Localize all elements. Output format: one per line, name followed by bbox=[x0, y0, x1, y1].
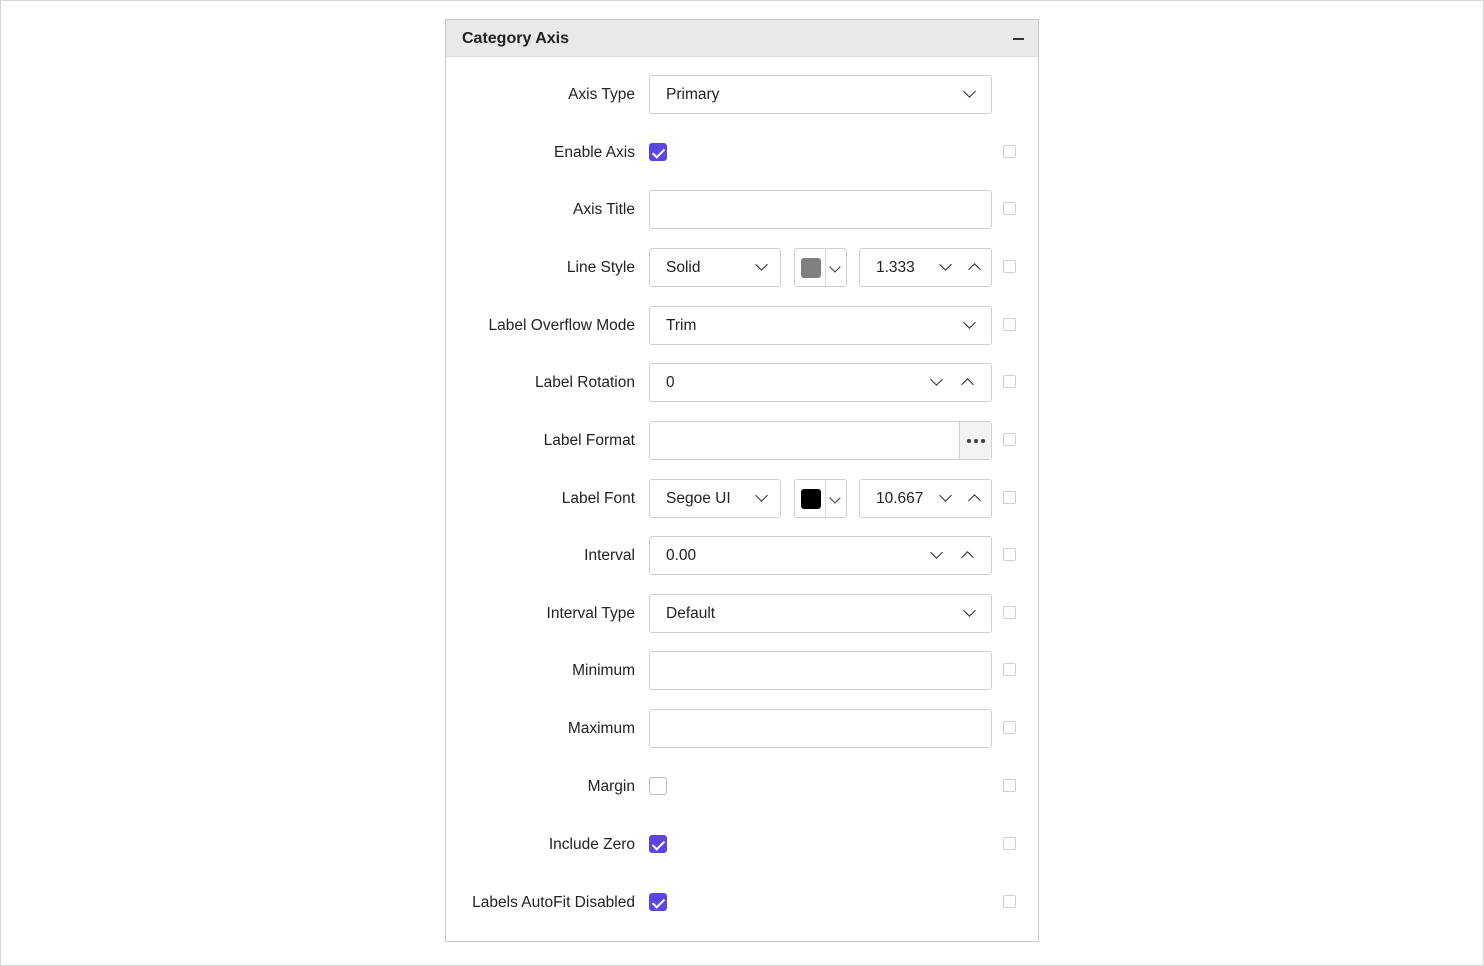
decrement-chevron-icon[interactable] bbox=[939, 489, 952, 502]
row-minimum: Minimum bbox=[446, 651, 1038, 691]
axis-title-label: Axis Title bbox=[572, 201, 635, 218]
label-font-color-swatch bbox=[801, 489, 821, 509]
axis-type-label: Axis Type bbox=[568, 86, 635, 103]
interval-label: Interval bbox=[584, 547, 635, 564]
chevron-down-icon bbox=[963, 85, 976, 98]
label-overflow-mode-value: Trim bbox=[666, 317, 697, 334]
label-font-reset-checkbox[interactable] bbox=[1003, 491, 1016, 504]
row-enable-axis: Enable Axis bbox=[446, 133, 1038, 173]
label-format-reset-checkbox[interactable] bbox=[1003, 433, 1016, 446]
row-label-overflow-mode: Label Overflow Mode Trim bbox=[446, 306, 1038, 346]
include-zero-label: Include Zero bbox=[548, 836, 635, 853]
interval-reset-checkbox[interactable] bbox=[1003, 548, 1016, 561]
interval-type-value: Default bbox=[666, 605, 716, 622]
row-interval-type: Interval Type Default bbox=[446, 594, 1038, 634]
margin-reset-checkbox[interactable] bbox=[1003, 779, 1016, 792]
row-axis-title: Axis Title bbox=[446, 190, 1038, 230]
include-zero-checkbox[interactable] bbox=[649, 835, 667, 853]
more-options-button[interactable] bbox=[959, 422, 991, 459]
decrement-chevron-icon[interactable] bbox=[930, 373, 943, 386]
minimum-label: Minimum bbox=[572, 662, 635, 679]
row-maximum: Maximum bbox=[446, 709, 1038, 749]
increment-chevron-icon[interactable] bbox=[961, 378, 974, 391]
row-label-rotation: Label Rotation 0 bbox=[446, 363, 1038, 403]
panel-header[interactable]: Category Axis bbox=[446, 20, 1038, 57]
label-format-input[interactable] bbox=[649, 421, 992, 460]
category-axis-panel: Category Axis Axis Type Primary Enable A… bbox=[445, 19, 1039, 942]
label-font-family-value: Segoe UI bbox=[666, 490, 731, 507]
labels-autofit-disabled-label: Labels AutoFit Disabled bbox=[472, 894, 635, 911]
row-labels-autofit-disabled: Labels AutoFit Disabled bbox=[446, 883, 1038, 923]
maximum-label: Maximum bbox=[567, 720, 635, 737]
label-font-label: Label Font bbox=[561, 490, 635, 507]
label-font-color-picker[interactable] bbox=[794, 479, 847, 518]
collapse-icon[interactable] bbox=[1010, 28, 1028, 48]
label-format-label: Label Format bbox=[543, 432, 635, 449]
line-color-picker[interactable] bbox=[794, 248, 847, 287]
line-width-stepper[interactable]: 1.333 bbox=[859, 248, 992, 287]
interval-type-label: Interval Type bbox=[546, 605, 635, 622]
chevron-down-icon bbox=[829, 492, 841, 504]
minimum-input[interactable] bbox=[649, 651, 992, 690]
label-overflow-mode-reset-checkbox[interactable] bbox=[1003, 318, 1016, 331]
enable-axis-checkbox[interactable] bbox=[649, 143, 667, 161]
label-rotation-reset-checkbox[interactable] bbox=[1003, 375, 1016, 388]
ellipsis-icon bbox=[981, 439, 985, 443]
decrement-chevron-icon[interactable] bbox=[930, 546, 943, 559]
label-overflow-mode-label: Label Overflow Mode bbox=[488, 317, 635, 334]
label-rotation-value: 0 bbox=[666, 374, 675, 391]
ellipsis-icon bbox=[974, 439, 978, 443]
interval-stepper[interactable]: 0.00 bbox=[649, 536, 992, 575]
maximum-input[interactable] bbox=[649, 709, 992, 748]
enable-axis-label: Enable Axis bbox=[554, 144, 635, 161]
line-style-value: Solid bbox=[666, 259, 701, 276]
line-width-value: 1.333 bbox=[876, 259, 915, 276]
row-interval: Interval 0.00 bbox=[446, 536, 1038, 576]
label-overflow-mode-dropdown[interactable]: Trim bbox=[649, 306, 992, 345]
ellipsis-icon bbox=[967, 439, 971, 443]
row-margin: Margin bbox=[446, 767, 1038, 807]
label-font-size-value: 10.667 bbox=[876, 490, 924, 507]
chevron-down-icon bbox=[755, 489, 768, 502]
chevron-down-icon bbox=[829, 261, 841, 273]
axis-title-input[interactable] bbox=[649, 190, 992, 229]
increment-chevron-icon[interactable] bbox=[961, 551, 974, 564]
increment-chevron-icon[interactable] bbox=[968, 494, 981, 507]
interval-value: 0.00 bbox=[666, 547, 697, 564]
line-style-reset-checkbox[interactable] bbox=[1003, 260, 1016, 273]
line-style-dropdown[interactable]: Solid bbox=[649, 248, 781, 287]
row-line-style: Line Style Solid 1.333 bbox=[446, 248, 1038, 288]
interval-type-reset-checkbox[interactable] bbox=[1003, 606, 1016, 619]
labels-autofit-disabled-reset-checkbox[interactable] bbox=[1003, 895, 1016, 908]
labels-autofit-disabled-checkbox[interactable] bbox=[649, 893, 667, 911]
row-label-font: Label Font Segoe UI 10.667 bbox=[446, 479, 1038, 519]
maximum-reset-checkbox[interactable] bbox=[1003, 721, 1016, 734]
chevron-down-icon bbox=[963, 604, 976, 617]
margin-checkbox[interactable] bbox=[649, 777, 667, 795]
label-font-family-dropdown[interactable]: Segoe UI bbox=[649, 479, 781, 518]
increment-chevron-icon[interactable] bbox=[968, 263, 981, 276]
line-color-swatch bbox=[801, 258, 821, 278]
axis-type-dropdown[interactable]: Primary bbox=[649, 75, 992, 114]
chevron-down-icon bbox=[963, 316, 976, 329]
panel-title: Category Axis bbox=[462, 30, 569, 47]
interval-type-dropdown[interactable]: Default bbox=[649, 594, 992, 633]
divider bbox=[825, 249, 826, 286]
label-font-size-stepper[interactable]: 10.667 bbox=[859, 479, 992, 518]
enable-axis-reset-checkbox[interactable] bbox=[1003, 145, 1016, 158]
row-include-zero: Include Zero bbox=[446, 825, 1038, 865]
chevron-down-icon bbox=[755, 258, 768, 271]
divider bbox=[825, 480, 826, 517]
minimum-reset-checkbox[interactable] bbox=[1003, 663, 1016, 676]
row-label-format: Label Format bbox=[446, 421, 1038, 461]
line-style-label: Line Style bbox=[566, 259, 635, 276]
row-axis-type: Axis Type Primary bbox=[446, 75, 1038, 115]
axis-type-value: Primary bbox=[666, 86, 720, 103]
axis-title-reset-checkbox[interactable] bbox=[1003, 202, 1016, 215]
margin-label: Margin bbox=[587, 778, 635, 795]
decrement-chevron-icon[interactable] bbox=[939, 258, 952, 271]
label-rotation-stepper[interactable]: 0 bbox=[649, 363, 992, 402]
include-zero-reset-checkbox[interactable] bbox=[1003, 837, 1016, 850]
label-rotation-label: Label Rotation bbox=[535, 374, 635, 391]
